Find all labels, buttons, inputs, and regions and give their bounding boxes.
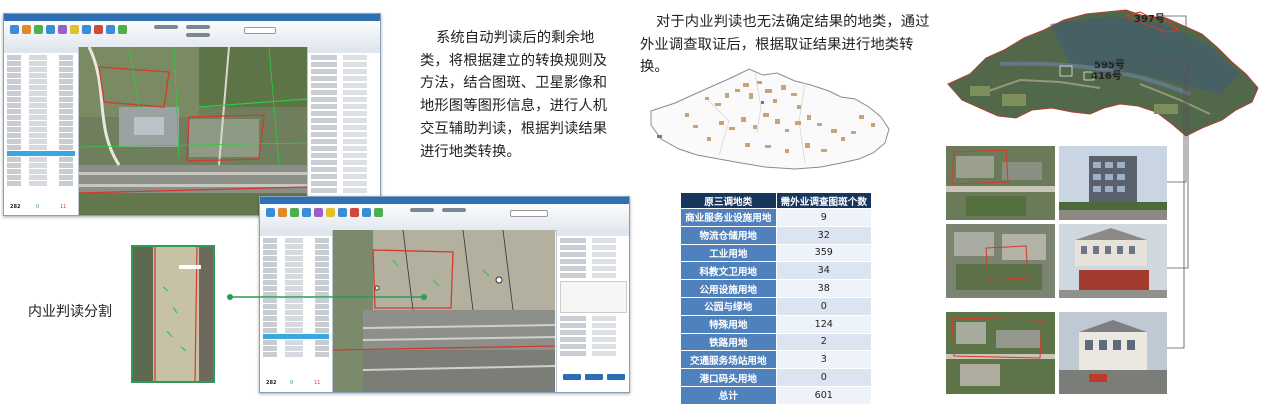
survey-table: 原三调地类 需外业调查图斑个数 商业服务业设施用地 9 物流仓储用地 32 工业用地… xyxy=(680,192,872,405)
confirm-button[interactable] xyxy=(563,374,581,380)
table-cell-count: 9 xyxy=(775,208,872,227)
zoomed-inset-graphic xyxy=(133,247,213,381)
table-row: 商业服务业设施用地 9 xyxy=(680,208,872,227)
attribute-panel[interactable] xyxy=(556,230,629,392)
apply-button[interactable] xyxy=(585,374,603,380)
table-cell-count: 34 xyxy=(775,261,872,281)
table-row: 铁路用地 2 xyxy=(680,332,872,352)
satellite-map-graphic xyxy=(79,47,307,215)
table-cell-category: 工业用地 xyxy=(680,243,777,263)
site-aerial-photo-2 xyxy=(946,224,1055,298)
district-map xyxy=(650,68,890,170)
site-aerial-photo-1 xyxy=(946,146,1055,220)
attribute-panel[interactable] xyxy=(307,47,380,215)
table-header-category: 原三调地类 xyxy=(680,192,777,209)
ribbon-toolbar xyxy=(4,21,380,48)
table-row: 交通服务场站用地 3 xyxy=(680,350,872,370)
window-titlebar xyxy=(4,14,380,21)
table-row: 物流仓储用地 32 xyxy=(680,225,872,245)
table-cell-category: 商业服务业设施用地 xyxy=(680,208,777,227)
stat-pending: 11 xyxy=(314,380,321,386)
zoomed-inset xyxy=(131,245,215,383)
feature-list-panel[interactable]: 282 0 11 xyxy=(260,230,333,392)
table-cell-category: 科教文卫用地 xyxy=(680,261,777,281)
paragraph-line: 地形图等图形信息，进行人机 xyxy=(420,98,608,115)
paragraph-line: 进行地类转换。 xyxy=(420,143,521,160)
satellite-map-view[interactable] xyxy=(79,47,307,215)
site-aerial-photo-3 xyxy=(946,312,1055,394)
next-button[interactable] xyxy=(607,374,625,380)
table-cell-category: 铁路用地 xyxy=(680,332,777,352)
table-cell-count: 124 xyxy=(775,314,872,334)
satellite-map-view[interactable] xyxy=(333,230,555,392)
window-titlebar xyxy=(260,197,629,204)
table-cell-count: 0 xyxy=(775,296,872,316)
table-cell-category: 物流仓储用地 xyxy=(680,225,777,245)
table-row: 工业用地 359 xyxy=(680,243,872,263)
table-cell-category: 交通服务场站用地 xyxy=(680,350,777,370)
section-caption: 内业判读分割 xyxy=(28,304,112,320)
paragraph-line: 交互辅助判读，根据判读结果 xyxy=(420,120,608,137)
table-cell-count: 32 xyxy=(775,225,872,245)
stat-done: 0 xyxy=(290,380,294,386)
table-cell-count: 3 xyxy=(775,350,872,370)
site-field-photo-2 xyxy=(1059,224,1167,298)
table-header-count: 需外业调查图斑个数 xyxy=(775,192,872,209)
paragraph-line: 系统自动判读后的剩余地 xyxy=(436,30,595,46)
satellite-map-graphic xyxy=(333,230,555,392)
table-cell-count: 0 xyxy=(775,368,872,387)
paragraph-line: 类，将根据建立的转换规则及 xyxy=(420,52,608,69)
table-row-total: 总计 601 xyxy=(680,385,872,405)
stat-pending: 11 xyxy=(60,204,67,210)
table-cell-count: 2 xyxy=(775,332,872,352)
table-cell-count: 601 xyxy=(775,385,872,405)
table-row: 科教文卫用地 34 xyxy=(680,261,872,281)
stat-total: 282 xyxy=(10,204,21,210)
table-cell-category: 特殊用地 xyxy=(680,314,777,334)
site-field-photo-1 xyxy=(1059,146,1167,220)
table-cell-count: 38 xyxy=(775,279,872,298)
table-row: 港口码头用地 0 xyxy=(680,368,872,387)
table-row: 公用设施用地 38 xyxy=(680,279,872,298)
table-cell-category: 总计 xyxy=(680,385,777,405)
stat-total: 282 xyxy=(266,380,277,386)
paragraph-line: 方法，结合图斑、卫星影像和 xyxy=(420,75,608,92)
site-field-photo-3 xyxy=(1059,312,1167,394)
table-cell-category: 公园与绿地 xyxy=(680,296,777,316)
description-paragraph-1: 系统自动判读后的剩余地 类，将根据建立的转换规则及 方法，结合图斑、卫星影像和 … xyxy=(420,27,620,163)
paragraph-line: 对于内业判读也无法确定结果的地类，通过 xyxy=(656,14,930,30)
stat-done: 0 xyxy=(36,204,40,210)
table-row: 特殊用地 124 xyxy=(680,314,872,334)
screenshot-window-1: 282 0 11 xyxy=(3,13,381,216)
feature-list-panel[interactable]: 282 0 11 xyxy=(4,47,79,215)
table-cell-category: 公用设施用地 xyxy=(680,279,777,298)
table-cell-category: 港口码头用地 xyxy=(680,368,777,387)
ribbon-toolbar xyxy=(260,204,629,231)
table-cell-count: 359 xyxy=(775,243,872,263)
connector-line xyxy=(227,294,427,300)
table-row: 公园与绿地 0 xyxy=(680,296,872,316)
